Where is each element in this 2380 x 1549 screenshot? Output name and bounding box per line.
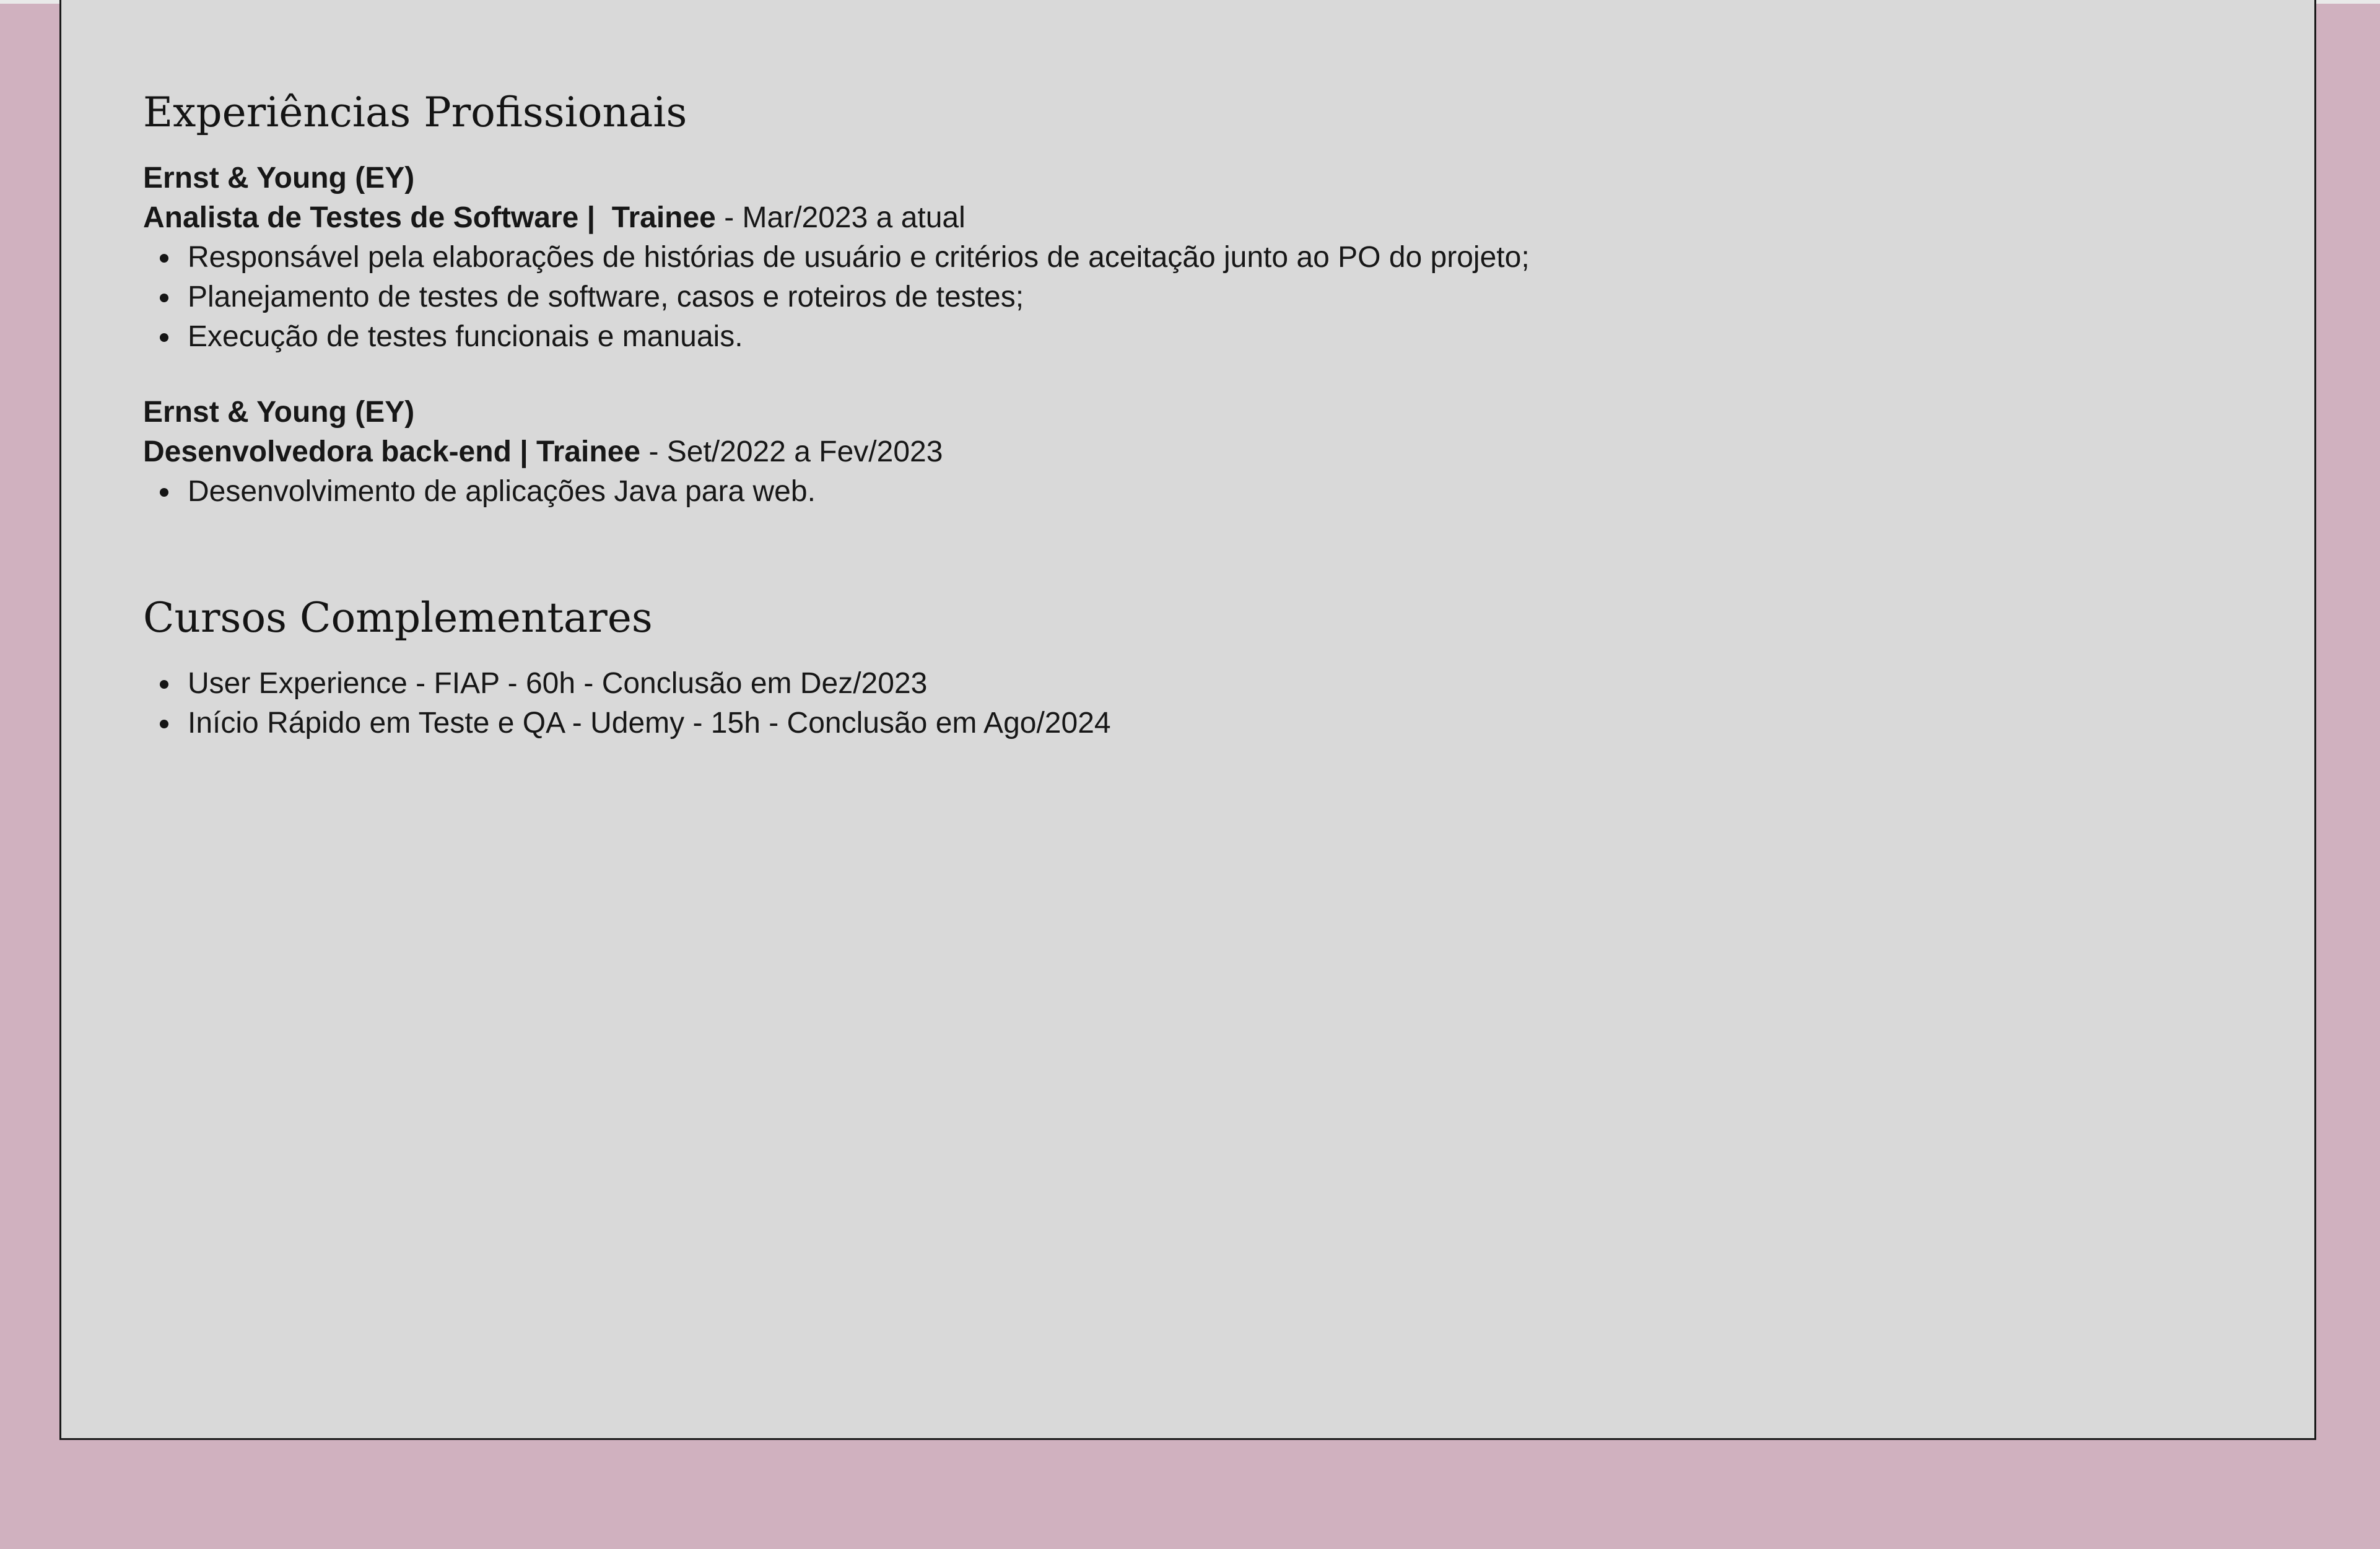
experience-2-responsibilities: Desenvolvimento de aplicações Java para …: [143, 472, 2187, 512]
experience-1-responsibilities: Responsável pela elaborações de história…: [143, 238, 2187, 357]
list-item: Desenvolvimento de aplicações Java para …: [143, 472, 2187, 512]
experience-1-company: Ernst & Young (EY): [143, 162, 415, 194]
list-item-text: Responsável pela elaborações de história…: [188, 241, 1530, 274]
experience-item-2: Ernst & Young (EY) Desenvolvedora back-e…: [143, 393, 2187, 512]
experience-1-role-line: Analista de Testes de Software | Trainee…: [143, 198, 2187, 238]
courses-section: User Experience - FIAP - 60h - Conclusão…: [143, 664, 2187, 743]
list-item: Início Rápido em Teste e QA - Udemy - 15…: [143, 704, 2187, 743]
list-item: User Experience - FIAP - 60h - Conclusão…: [143, 664, 2187, 704]
bullet-icon: [160, 720, 168, 728]
experiences-heading: Experiências Profissionais: [143, 89, 687, 136]
experience-2-company: Ernst & Young (EY): [143, 396, 415, 429]
experience-2-role-line: Desenvolvedora back-end | Trainee - Set/…: [143, 432, 2187, 472]
bullet-icon: [160, 680, 168, 689]
bullet-icon: [160, 333, 168, 342]
list-item-text: Desenvolvimento de aplicações Java para …: [188, 475, 816, 508]
courses-list: User Experience - FIAP - 60h - Conclusão…: [143, 664, 2187, 743]
courses-heading: Cursos Complementares: [143, 594, 653, 642]
experience-2-level: Trainee: [536, 435, 641, 468]
bullet-icon: [160, 488, 168, 497]
list-item-text: Planejamento de testes de software, caso…: [188, 281, 1024, 313]
list-item: Execução de testes funcionais e manuais.: [143, 317, 2187, 357]
list-item-text: User Experience - FIAP - 60h - Conclusão…: [188, 667, 928, 700]
list-item-text: Início Rápido em Teste e QA - Udemy - 15…: [188, 707, 1111, 740]
list-item-text: Execução de testes funcionais e manuais.: [188, 320, 743, 353]
experience-1-period: - Mar/2023 a atual: [724, 201, 966, 234]
bullet-icon: [160, 254, 168, 263]
experience-1-role: Analista de Testes de Software |: [143, 201, 596, 234]
list-item: Planejamento de testes de software, caso…: [143, 277, 2187, 317]
experience-2-period: - Set/2022 a Fev/2023: [648, 435, 943, 468]
experience-1-level: Trainee: [611, 201, 716, 234]
list-item: Responsável pela elaborações de história…: [143, 238, 2187, 277]
experience-item-1: Ernst & Young (EY) Analista de Testes de…: [143, 159, 2187, 357]
experience-2-role: Desenvolvedora back-end |: [143, 435, 528, 468]
bullet-icon: [160, 294, 168, 302]
